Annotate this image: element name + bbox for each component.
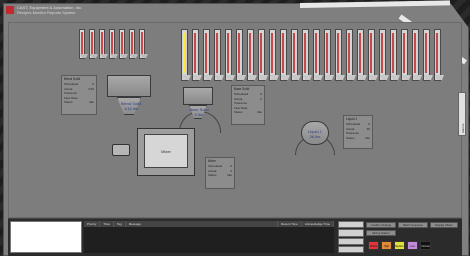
side-button[interactable] bbox=[338, 221, 364, 229]
process-canvas: Blend Solid Scheduled 0 Actual 1/16 Tolera… bbox=[8, 22, 462, 218]
side-button[interactable] bbox=[338, 229, 364, 237]
panel-row: Status Idle bbox=[232, 110, 264, 115]
row-label: Status bbox=[234, 110, 243, 115]
legend-normal: Normal bbox=[420, 241, 431, 250]
silo[interactable] bbox=[434, 29, 444, 81]
side-button-group bbox=[338, 221, 364, 253]
silo[interactable] bbox=[225, 29, 235, 81]
silo[interactable] bbox=[280, 29, 290, 81]
silo[interactable] bbox=[181, 29, 191, 81]
row-value: Idle bbox=[89, 100, 94, 105]
legend-medium: Medium bbox=[394, 241, 405, 250]
tank-weight: 38 lbs bbox=[309, 134, 321, 139]
silo[interactable] bbox=[335, 29, 345, 81]
hopper-weight: 1/16 lbs bbox=[123, 106, 138, 111]
motor[interactable] bbox=[112, 144, 130, 156]
mixer-label: Mixer bbox=[161, 148, 171, 154]
silo[interactable] bbox=[379, 29, 389, 81]
base-info-panel: Base Solid Scheduled 0 Actual 0 Tolerance … bbox=[231, 85, 265, 125]
panel-row: Status Idle bbox=[62, 100, 96, 105]
silo[interactable] bbox=[119, 29, 128, 59]
legend-high: High bbox=[381, 241, 392, 250]
panel-row: Status Idle bbox=[344, 136, 372, 141]
liquid-info-panel: Liquid 1 Scheduled 0 Actual 38 Tolerance S… bbox=[343, 115, 373, 149]
blend-hopper[interactable] bbox=[107, 75, 151, 97]
silo[interactable] bbox=[192, 29, 202, 81]
side-button[interactable] bbox=[338, 237, 364, 245]
row-label: Status bbox=[64, 100, 73, 105]
silo[interactable] bbox=[129, 29, 138, 59]
silo[interactable] bbox=[89, 29, 98, 59]
row-value: Idle bbox=[365, 135, 370, 140]
silo[interactable] bbox=[368, 29, 378, 81]
side-tab-label: Alarms bbox=[461, 123, 465, 133]
silo[interactable] bbox=[214, 29, 224, 81]
company-logo bbox=[6, 6, 14, 14]
row-value: Idle bbox=[257, 110, 262, 115]
display-filters-button[interactable]: Display Filters bbox=[430, 222, 458, 228]
row-label: Status bbox=[208, 173, 217, 178]
silo[interactable] bbox=[313, 29, 323, 81]
main-menu[interactable]: Recipes Monitor Reports System bbox=[17, 10, 82, 15]
silo[interactable] bbox=[203, 29, 213, 81]
silo[interactable] bbox=[236, 29, 246, 81]
mixing-station-button[interactable]: Mixing Station bbox=[366, 230, 396, 236]
silo[interactable] bbox=[324, 29, 334, 81]
side-button[interactable] bbox=[338, 245, 364, 253]
mixer-window: Mixer bbox=[144, 134, 188, 168]
liquid-tank-label: Liquid 1 38 lbs bbox=[295, 129, 335, 139]
mixer-info-panel: Mixer Scheduled 0 Actual 0 Status Idle bbox=[205, 157, 235, 189]
silo[interactable] bbox=[346, 29, 356, 81]
row-value: Idle bbox=[227, 173, 232, 178]
batch-overview-button[interactable]: Batch Overview bbox=[398, 222, 428, 228]
silo[interactable] bbox=[302, 29, 312, 81]
blend-info-panel: Blend Solid Scheduled 0 Actual 1/16 Tolera… bbox=[61, 75, 97, 115]
confirm-change-button[interactable]: Confirm Change bbox=[366, 222, 396, 228]
silo[interactable] bbox=[401, 29, 411, 81]
legend-low: Low bbox=[407, 241, 418, 250]
blend-hopper-label: Blend Solid 1/16 lbs bbox=[111, 101, 151, 111]
silo[interactable] bbox=[357, 29, 367, 81]
preview-box bbox=[10, 221, 82, 253]
silo[interactable] bbox=[258, 29, 268, 81]
silo[interactable] bbox=[99, 29, 108, 59]
silo[interactable] bbox=[423, 29, 433, 81]
row-label: Status bbox=[346, 135, 355, 140]
app-screen: CAST, Equipment & Automation, Inc. Recip… bbox=[0, 0, 470, 256]
alarm-table-body bbox=[84, 227, 334, 253]
hopper-weight: 0 lbs bbox=[194, 112, 204, 117]
legend-critical: Critical bbox=[368, 241, 379, 250]
silo[interactable] bbox=[79, 29, 88, 59]
titlebar: CAST, Equipment & Automation, Inc. Recip… bbox=[6, 5, 82, 19]
silo[interactable] bbox=[291, 29, 301, 81]
silo[interactable] bbox=[269, 29, 279, 81]
panel-row: Status Idle bbox=[206, 173, 234, 178]
row-value: 38 bbox=[366, 126, 370, 131]
alarms-side-tab[interactable]: Alarms bbox=[458, 92, 466, 136]
silo[interactable] bbox=[390, 29, 400, 81]
silo[interactable] bbox=[412, 29, 422, 81]
base-hopper[interactable] bbox=[183, 87, 213, 105]
row-value: 0 bbox=[260, 96, 262, 101]
base-hopper-label: Base Solid 0 lbs bbox=[179, 107, 219, 117]
row-value: 1/16 bbox=[88, 86, 94, 91]
silo[interactable] bbox=[139, 29, 148, 59]
mixer[interactable]: Mixer bbox=[137, 128, 195, 176]
silo[interactable] bbox=[247, 29, 257, 81]
silo[interactable] bbox=[109, 29, 118, 59]
